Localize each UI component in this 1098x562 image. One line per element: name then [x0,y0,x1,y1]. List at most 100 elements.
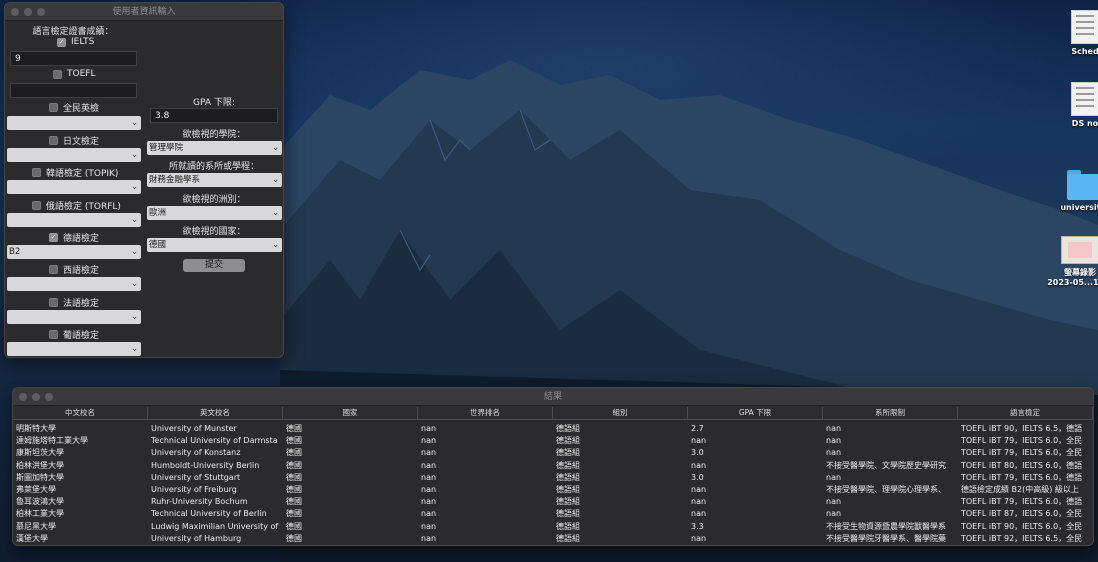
table-row[interactable]: 慕尼黑大學 Ludwig Maximilian University of 德國 na… [13,521,1093,533]
table-row[interactable]: 斯圖加特大學 University of Stuttgart 德國 nan 德語組 3.0… [13,472,1093,484]
column-header[interactable]: 世界排名 [418,407,553,419]
desktop-file-sched[interactable]: Sched [1045,10,1098,56]
toefl-score-input[interactable] [10,83,137,98]
column-header[interactable]: 語言檢定 [958,407,1093,419]
titlebar[interactable]: 結果 [13,388,1093,406]
german-level-select[interactable]: B2 ⌄ [7,245,141,259]
desktop-file-screen-recording[interactable]: 螢幕錄影 2023-05...10.0 [1040,236,1098,287]
table-cell: 德國 [286,448,302,458]
checkbox-icon [32,168,41,177]
table-row[interactable]: 柏林洪堡大學 Humboldt-University Berlin 德國 nan 德語組… [13,460,1093,472]
table-cell: nan [826,424,842,433]
table-cell: University of Freiburg [151,484,237,494]
column-header[interactable]: 英文校名 [148,407,283,419]
japanese-level-select[interactable]: ⌄ [7,148,141,162]
table-cell: 德語組 [556,472,580,482]
select-value: 德國 [149,240,167,250]
gpa-input[interactable]: 3.8 [150,108,278,123]
table-cell: nan [421,424,437,433]
table-cell: 德國 [286,472,302,482]
zoom-button[interactable] [45,393,53,401]
minimize-button[interactable] [24,8,32,16]
submit-button[interactable]: 提交 [183,259,245,272]
results-window: 結果 中文校名 英文校名 國家 世界排名 組別 GPA 下限 系所限制 語言檢定 明斯特大學 U… [12,387,1094,546]
table-row[interactable]: 漢堡大學 University of Hamburg 德國 nan 德語組 nan 不接受醫… [13,533,1093,545]
table-cell: nan [421,484,437,494]
table-cell: 漢堡大學 [16,533,48,543]
portuguese-checkbox[interactable]: 葡語檢定 [49,328,99,341]
japanese-checkbox[interactable]: 日文檢定 [49,134,99,147]
russian-level-select[interactable]: ⌄ [7,213,141,227]
korean-checkbox[interactable]: 韓語檢定 (TOPIK) [32,166,118,179]
table-cell: Humboldt-University Berlin [151,460,260,470]
table-cell: 柏林工業大學 [16,509,64,519]
spanish-level-select[interactable]: ⌄ [7,277,141,291]
chevron-down-icon: ⌄ [131,312,138,321]
table-cell: Technical University of Darmsta [151,436,278,446]
gept-checkbox[interactable]: 全民英檢 [49,101,99,114]
table-cell: nan [421,509,437,519]
table-row[interactable]: 柏林工業大學 Technical University of Berlin 德國 na… [13,508,1093,520]
gept-level-select[interactable]: ⌄ [7,116,141,130]
country-select[interactable]: 德國 ⌄ [147,238,282,252]
close-button[interactable] [11,8,19,16]
table-row[interactable]: 魯耳波鴻大學 Ruhr-University Bochum 德國 nan 德語組 nan n… [13,496,1093,508]
table-row[interactable]: 康斯坦茨大學 University of Konstanz 德國 nan 德語組 3.0 n… [13,447,1093,459]
college-label: 欲檢視的學院： [182,130,246,140]
chevron-down-icon: ⌄ [131,247,138,256]
toefl-label: TOEFL [67,69,96,79]
college-select[interactable]: 管理學院 ⌄ [147,141,282,155]
minimize-button[interactable] [32,393,40,401]
checkbox-icon [49,330,58,339]
table-cell: nan [421,460,437,470]
table-cell: 德國 [286,533,302,543]
zoom-button[interactable] [37,8,45,16]
desktop-file-ds[interactable]: DS no [1045,82,1098,128]
spanish-label: 西語檢定 [63,266,100,276]
desktop-folder-university[interactable]: university_ [1045,170,1098,212]
table-cell: University of Hamburg [151,533,242,543]
table-body: 明斯特大學 University of Munster 德國 nan 德語組 2.7 nan… [13,423,1093,545]
table-cell: 德語組 [556,484,580,494]
column-header[interactable]: 中文校名 [13,407,148,419]
table-row[interactable]: 達姆施塔特工業大學 Technical University of Darmsta… [13,435,1093,447]
chevron-down-icon: ⌄ [272,175,279,184]
close-button[interactable] [19,393,27,401]
table-cell: nan [421,448,437,458]
table-cell: 3.3 [691,521,704,531]
ielts-score-input[interactable]: 9 [10,51,137,66]
russian-checkbox[interactable]: 俄語檢定 (TORFL) [32,199,121,212]
french-level-select[interactable]: ⌄ [7,310,141,324]
continent-select[interactable]: 歐洲 ⌄ [147,206,282,220]
department-select[interactable]: 財務金融學系 ⌄ [147,173,282,187]
korean-level-select[interactable]: ⌄ [7,180,141,194]
column-header[interactable]: 系所限制 [823,407,958,419]
ielts-checkbox[interactable]: ✓ IELTS [57,37,94,47]
column-header[interactable]: GPA 下限 [688,407,823,419]
table-cell: nan [826,497,842,507]
desktop-item-label: Sched [1071,47,1098,56]
table-row[interactable]: 明斯特大學 University of Munster 德國 nan 德語組 2.7 nan… [13,423,1093,435]
table-cell: 3.0 [691,448,704,458]
chevron-down-icon: ⌄ [131,279,138,288]
desktop-item-label: 螢幕錄影 [1064,268,1096,277]
titlebar[interactable]: 使用者資訊輸入 [5,3,283,21]
portuguese-level-select[interactable]: ⌄ [7,342,141,356]
table-cell: 德國 [286,521,302,531]
french-checkbox[interactable]: 法語檢定 [49,296,99,309]
spanish-checkbox[interactable]: 西語檢定 [49,263,99,276]
column-header[interactable]: 組別 [553,407,688,419]
chevron-down-icon: ⌄ [131,215,138,224]
table-cell: nan [421,497,437,507]
table-cell: 明斯特大學 [16,424,56,433]
column-header[interactable]: 國家 [283,407,418,419]
table-cell: Ludwig Maximilian University of [151,521,279,531]
chevron-down-icon: ⌄ [131,118,138,127]
continent-label: 欲檢視的洲別： [182,195,246,205]
german-checkbox[interactable]: ✓ 德語檢定 [49,231,99,244]
table-cell: 德國 [286,460,302,470]
french-label: 法語檢定 [63,299,100,309]
table-cell: 德語組 [556,533,580,543]
table-row[interactable]: 弗萊堡大學 University of Freiburg 德國 nan 德語組 nan 不接… [13,484,1093,496]
toefl-checkbox[interactable]: TOEFL [53,69,95,79]
